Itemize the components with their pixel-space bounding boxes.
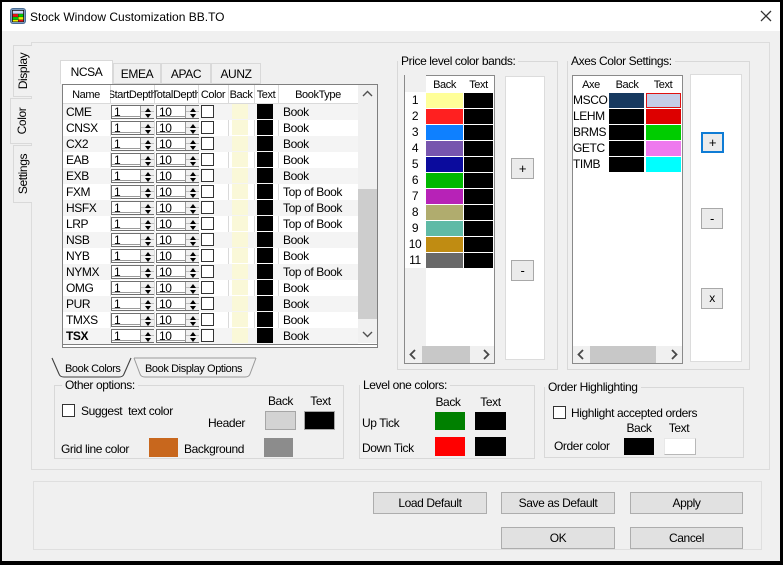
svg-text:Book Display Options: Book Display Options (145, 363, 243, 375)
svg-text:Book Colors: Book Colors (65, 363, 121, 375)
